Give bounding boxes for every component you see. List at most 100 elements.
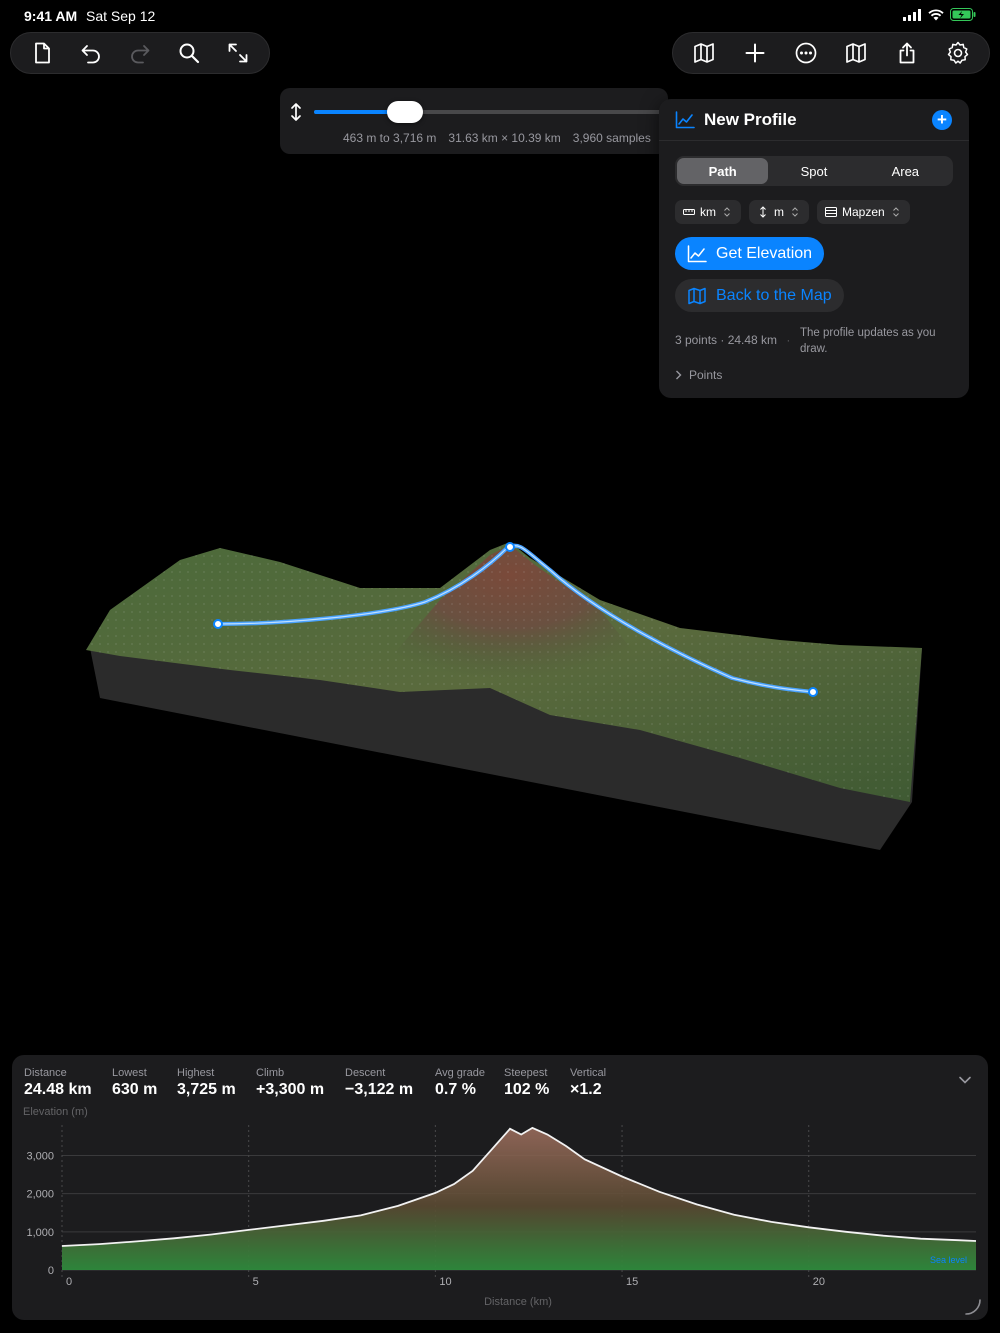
search-button[interactable] <box>167 33 212 73</box>
vertical-arrows-icon <box>291 103 301 121</box>
stat-value: 0.7 % <box>435 1081 476 1098</box>
add-icon <box>745 43 765 63</box>
status-time: 9:41 AM <box>24 8 78 24</box>
mode-segmented-control: Path Spot Area <box>675 156 953 186</box>
x-tick-label: 10 <box>439 1276 451 1288</box>
stat-distance: Distance 24.48 km <box>24 1067 92 1099</box>
chart-line-icon <box>675 111 695 129</box>
new-document-button[interactable] <box>19 33 64 73</box>
ruler-icon <box>683 209 695 215</box>
settings-button[interactable] <box>934 33 981 73</box>
height-unit-picker[interactable]: m <box>749 200 809 224</box>
toolbar-left <box>10 32 270 74</box>
document-icon <box>34 42 50 64</box>
stat-label: Highest <box>177 1067 215 1079</box>
stat-label: Avg grade <box>435 1067 485 1079</box>
path-summary: 3 points · 24.48 km · <box>675 333 790 347</box>
points-label: Points <box>689 368 723 382</box>
segment-path[interactable]: Path <box>677 158 769 184</box>
wifi-icon <box>928 8 944 20</box>
stat-label: Lowest <box>112 1067 147 1079</box>
x-tick-label: 5 <box>253 1276 259 1288</box>
battery-icon <box>950 8 976 21</box>
points-disclosure[interactable]: Points <box>675 368 722 382</box>
stat-value: ×1.2 <box>570 1081 602 1098</box>
path-end-point[interactable] <box>808 687 818 697</box>
stat-value: +3,300 m <box>256 1081 325 1098</box>
terrain-3d-view[interactable] <box>80 520 940 870</box>
elevation-area <box>62 1127 976 1270</box>
chart-line-icon <box>687 244 707 262</box>
fullscreen-button[interactable] <box>216 33 261 73</box>
search-icon <box>179 43 200 64</box>
redo-button[interactable] <box>117 33 162 73</box>
y-tick-label: 0 <box>48 1265 54 1277</box>
exaggeration-slider[interactable] <box>314 101 662 123</box>
chevron-updown-icon <box>724 207 730 217</box>
undo-button[interactable] <box>68 33 113 73</box>
status-bar: 9:41 AM Sat Sep 12 <box>0 0 1000 32</box>
stat-label: Vertical <box>570 1067 607 1079</box>
terrain-stats: 463 m to 3,716 m 31.63 km × 10.39 km 3,9… <box>343 131 651 145</box>
add-profile-button[interactable]: + <box>932 110 952 130</box>
add-button[interactable] <box>732 33 779 73</box>
segment-spot[interactable]: Spot <box>768 158 859 184</box>
stat-value: 630 m <box>112 1081 158 1098</box>
share-icon <box>899 42 915 64</box>
share-button[interactable] <box>884 33 931 73</box>
elevation-source-picker[interactable]: Mapzen <box>817 200 910 224</box>
expand-icon <box>229 43 248 63</box>
stat-label: Steepest <box>504 1067 548 1079</box>
path-start-point[interactable] <box>213 619 223 629</box>
y-tick-label: 2,000 <box>26 1189 54 1201</box>
sample-count: 3,960 samples <box>572 131 651 145</box>
stat-value: 24.48 km <box>24 1081 92 1098</box>
slider-thumb[interactable] <box>387 101 424 123</box>
undo-icon <box>81 45 100 64</box>
collapse-chevron-icon[interactable] <box>958 1075 972 1085</box>
unit-pickers: km m Mapzen <box>675 200 910 224</box>
exaggeration-panel: 463 m to 3,716 m 31.63 km × 10.39 km 3,9… <box>280 88 668 154</box>
map-layers-button[interactable] <box>833 33 880 73</box>
x-tick-label: 0 <box>66 1276 72 1288</box>
elevation-stats-panel: Distance 24.48 km Lowest 630 m Highest 3… <box>12 1055 988 1320</box>
x-tick-label: 20 <box>813 1276 825 1288</box>
resize-handle-icon[interactable] <box>962 1296 982 1316</box>
vertical-arrows-icon <box>760 206 766 218</box>
map-icon <box>694 43 715 63</box>
more-button[interactable] <box>782 33 829 73</box>
x-axis-title: Distance (km) <box>484 1296 552 1308</box>
x-tick-label: 15 <box>626 1276 638 1288</box>
summary-separator: · <box>786 333 791 347</box>
get-elevation-label: Get Elevation <box>716 244 813 262</box>
server-icon <box>825 207 837 217</box>
plus-icon: + <box>937 110 947 129</box>
elevation-profile-chart[interactable]: 0 1,000 2,000 3,000 0 5 10 15 20 Distance (km) <box>12 1115 988 1320</box>
stat-label: Distance <box>24 1067 67 1079</box>
redo-icon <box>131 45 150 64</box>
back-to-map-button[interactable]: Back to the Map <box>675 279 844 312</box>
map-icon <box>846 43 867 63</box>
path-mid-point[interactable] <box>505 542 515 552</box>
stat-label: Climb <box>256 1067 285 1079</box>
stat-climb: Climb +3,300 m <box>256 1067 324 1099</box>
get-elevation-button[interactable]: Get Elevation <box>675 237 825 270</box>
path-summary-text: 3 points · 24.48 km <box>675 333 778 347</box>
toolbar-right <box>672 32 990 74</box>
stat-avg-grade: Avg grade 0.7 % <box>435 1067 485 1099</box>
chevron-updown-icon <box>792 207 798 217</box>
map-view-button[interactable] <box>681 33 728 73</box>
elevation-source-value: Mapzen <box>842 205 885 219</box>
more-icon <box>795 42 817 64</box>
stat-vertical: Vertical ×1.2 <box>570 1067 606 1099</box>
profile-panel: New Profile + Path Spot Area km m Mapzen… <box>659 99 969 398</box>
profile-title: New Profile <box>704 110 797 129</box>
distance-unit-picker[interactable]: km <box>675 200 741 224</box>
map-icon <box>688 287 706 304</box>
profile-update-note: The profile updates as you draw. <box>800 327 936 355</box>
back-to-map-label: Back to the Map <box>716 286 832 304</box>
stat-label: Descent <box>345 1067 386 1079</box>
status-date: Sat Sep 12 <box>86 8 156 24</box>
stat-highest: Highest 3,725 m <box>177 1067 236 1099</box>
segment-area[interactable]: Area <box>860 158 951 184</box>
